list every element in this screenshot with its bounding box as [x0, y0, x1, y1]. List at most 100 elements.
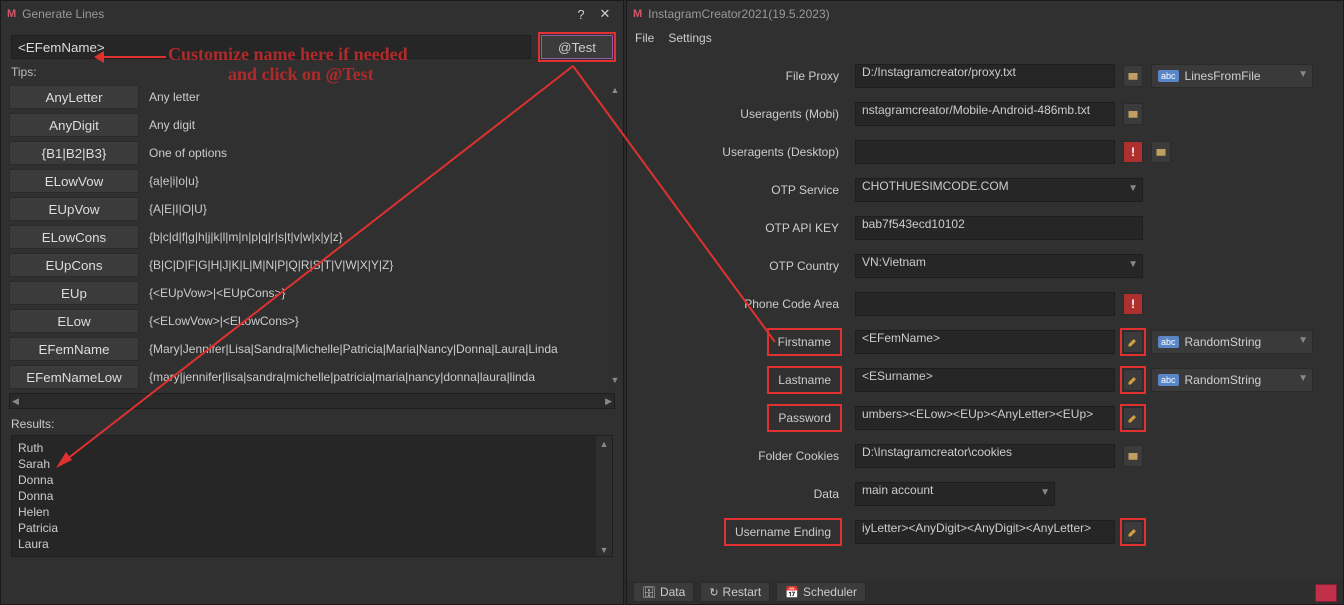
- firstname-label: Firstname: [770, 331, 839, 353]
- bottom-toolbar: 🗄Data ↻Restart 📅Scheduler: [627, 580, 1343, 604]
- useragents-mobi-input[interactable]: nstagramcreator/Mobile-Android-486mb.txt: [855, 102, 1115, 126]
- edit-icon[interactable]: [1123, 331, 1143, 353]
- generate-lines-window: M Generate Lines ? ✕ @Test Tips: AnyLett…: [0, 0, 624, 605]
- test-button[interactable]: @Test: [541, 35, 613, 59]
- tip-anyletter[interactable]: AnyLetter: [9, 85, 139, 109]
- tip-desc: {B|C|D|F|G|H|J|K|L|M|N|P|Q|R|S|T|V|W|X|Y…: [149, 258, 393, 272]
- folder-cookies-input[interactable]: D:\Instagramcreator\cookies: [855, 444, 1115, 468]
- app-icon: M: [7, 8, 16, 20]
- name-input-row: @Test: [1, 27, 623, 63]
- scroll-right-icon[interactable]: ▶: [605, 396, 612, 407]
- settings-form: File Proxy D:/Instagramcreator/proxy.txt…: [627, 49, 1343, 551]
- folder-cookies-label: Folder Cookies: [637, 449, 847, 463]
- record-button[interactable]: [1315, 584, 1337, 602]
- file-proxy-type-select[interactable]: abcLinesFromFile▼: [1151, 64, 1313, 88]
- left-title: Generate Lines: [22, 7, 104, 21]
- data-tab-button[interactable]: 🗄Data: [633, 582, 694, 602]
- results-box: Ruth Sarah Donna Donna Helen Patricia La…: [11, 435, 613, 557]
- scheduler-button[interactable]: 📅Scheduler: [776, 582, 866, 602]
- browse-icon[interactable]: [1151, 141, 1171, 163]
- tip-eup[interactable]: EUp: [9, 281, 139, 305]
- tip-row: AnyLetter Any letter: [9, 85, 615, 109]
- useragents-mobi-label: Useragents (Mobi): [637, 107, 847, 121]
- right-titlebar: M InstagramCreator2021(19.5.2023): [627, 1, 1343, 27]
- tip-desc: {b|c|d|f|g|h|j|k|l|m|n|p|q|r|s|t|v|w|x|y…: [149, 230, 343, 244]
- tip-options[interactable]: {B1|B2|B3}: [9, 141, 139, 165]
- tip-desc: {<ELowVow>|<ELowCons>}: [149, 314, 299, 328]
- username-ending-label: Username Ending: [727, 521, 839, 543]
- firstname-input[interactable]: <EFemName>: [855, 330, 1115, 354]
- results-vscroll[interactable]: ▲▼: [596, 436, 612, 556]
- tip-desc: {Mary|Jennifer|Lisa|Sandra|Michelle|Patr…: [149, 342, 558, 356]
- restart-icon: ↻: [709, 586, 718, 599]
- data-label: Data: [637, 487, 847, 501]
- tip-desc: One of options: [149, 146, 227, 160]
- result-item: Sarah: [18, 456, 606, 472]
- app-icon: M: [633, 8, 642, 20]
- right-title: InstagramCreator2021(19.5.2023): [648, 7, 829, 21]
- file-proxy-input[interactable]: D:/Instagramcreator/proxy.txt: [855, 64, 1115, 88]
- otp-api-key-input[interactable]: bab7f543ecd10102: [855, 216, 1143, 240]
- tip-elowcons[interactable]: ELowCons: [9, 225, 139, 249]
- tip-efemname[interactable]: EFemName: [9, 337, 139, 361]
- results-label: Results:: [1, 413, 623, 435]
- firstname-type-select[interactable]: abcRandomString▼: [1151, 330, 1313, 354]
- lastname-input[interactable]: <ESurname>: [855, 368, 1115, 392]
- tip-row: EUpVow {A|E|I|O|U}: [9, 197, 615, 221]
- tip-row: ELowCons {b|c|d|f|g|h|j|k|l|m|n|p|q|r|s|t…: [9, 225, 615, 249]
- tips-vscroll[interactable]: ▲▼: [607, 85, 623, 389]
- browse-icon[interactable]: [1123, 445, 1143, 467]
- tip-desc: {mary|jennifer|lisa|sandra|michelle|patr…: [149, 370, 535, 384]
- tip-efemnamelow[interactable]: EFemNameLow: [9, 365, 139, 389]
- tip-eupvow[interactable]: EUpVow: [9, 197, 139, 221]
- tip-row: AnyDigitAny digit: [9, 113, 615, 137]
- tip-row: EUpCons {B|C|D|F|G|H|J|K|L|M|N|P|Q|R|S|T|…: [9, 253, 615, 277]
- lastname-type-select[interactable]: abcRandomString▼: [1151, 368, 1313, 392]
- close-button[interactable]: ✕: [593, 6, 617, 22]
- tip-desc: {a|e|i|o|u}: [149, 174, 199, 188]
- restart-button[interactable]: ↻Restart: [700, 582, 770, 602]
- phone-code-area-label: Phone Code Area: [637, 297, 847, 311]
- username-ending-input[interactable]: iyLetter><AnyDigit><AnyDigit><AnyLetter>: [855, 520, 1115, 544]
- menu-settings[interactable]: Settings: [668, 31, 711, 45]
- warning-icon[interactable]: !: [1123, 141, 1143, 163]
- data-select[interactable]: main account▼: [855, 482, 1055, 506]
- tip-eupcons[interactable]: EUpCons: [9, 253, 139, 277]
- otp-service-label: OTP Service: [637, 183, 847, 197]
- tip-anydigit[interactable]: AnyDigit: [9, 113, 139, 137]
- menu-file[interactable]: File: [635, 31, 654, 45]
- useragents-desktop-input[interactable]: [855, 140, 1115, 164]
- otp-service-select[interactable]: CHOTHUESIMCODE.COM▼: [855, 178, 1143, 202]
- database-icon: 🗄: [642, 586, 656, 599]
- tips-hscroll[interactable]: ◀ ▶: [9, 393, 615, 409]
- result-item: Donna: [18, 472, 606, 488]
- otp-country-label: OTP Country: [637, 259, 847, 273]
- tip-row: EFemNameLow {mary|jennifer|lisa|sandra|mi…: [9, 365, 615, 389]
- help-button[interactable]: ?: [569, 7, 593, 22]
- password-label: Password: [770, 407, 839, 429]
- lastname-label: Lastname: [770, 369, 839, 391]
- tip-row: EUp{<EUpVow>|<EUpCons>}: [9, 281, 615, 305]
- scroll-left-icon[interactable]: ◀: [12, 396, 19, 407]
- tips-label: Tips:: [1, 63, 623, 85]
- name-input[interactable]: [11, 35, 531, 59]
- result-item: Helen: [18, 504, 606, 520]
- browse-icon[interactable]: [1123, 103, 1143, 125]
- tip-desc: {A|E|I|O|U}: [149, 202, 207, 216]
- phone-code-area-input[interactable]: [855, 292, 1115, 316]
- tip-desc: Any letter: [149, 90, 200, 104]
- instagram-creator-window: M InstagramCreator2021(19.5.2023) File S…: [626, 0, 1344, 605]
- edit-icon[interactable]: [1123, 407, 1143, 429]
- tip-elow[interactable]: ELow: [9, 309, 139, 333]
- warning-icon[interactable]: !: [1123, 293, 1143, 315]
- password-input[interactable]: umbers><ELow><EUp><AnyLetter><EUp>: [855, 406, 1115, 430]
- tip-elowvow[interactable]: ELowVow: [9, 169, 139, 193]
- result-item: Patricia: [18, 520, 606, 536]
- edit-icon[interactable]: [1123, 369, 1143, 391]
- browse-icon[interactable]: [1123, 65, 1143, 87]
- menubar: File Settings: [627, 27, 1343, 49]
- otp-country-select[interactable]: VN:Vietnam▼: [855, 254, 1143, 278]
- file-proxy-label: File Proxy: [637, 69, 847, 83]
- edit-icon[interactable]: [1123, 521, 1143, 543]
- left-titlebar: M Generate Lines ? ✕: [1, 1, 623, 27]
